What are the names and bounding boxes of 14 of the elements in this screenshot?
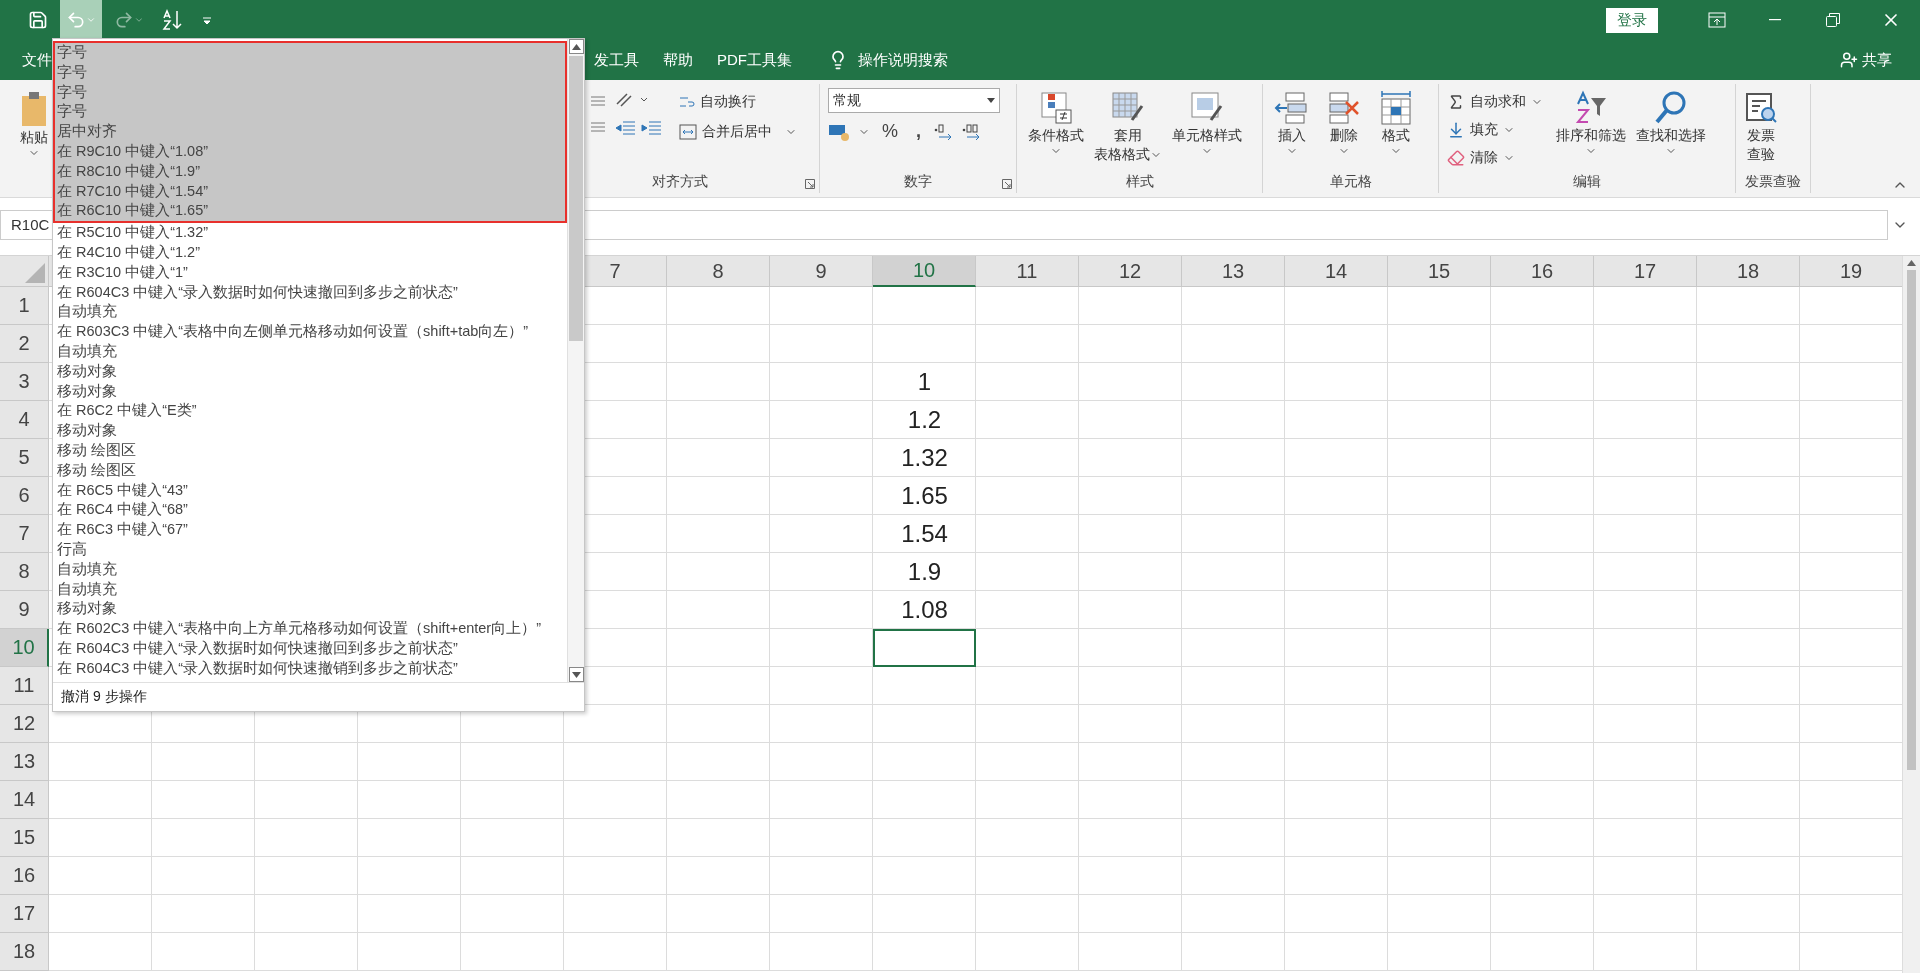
group-label: 编辑	[1573, 173, 1601, 189]
table-cell-text: 1.54	[900, 519, 949, 549]
group-label: 发票查验	[1745, 173, 1801, 189]
table-cell-text: 1.9	[906, 557, 943, 587]
group-label: 单元格	[1329, 173, 1372, 189]
table-cell-text: 1.32	[900, 443, 949, 473]
table-cell-text: 1	[916, 367, 933, 397]
group-label: 对齐方式	[652, 173, 708, 189]
group-label: 样式	[1125, 173, 1154, 189]
table-cell-text: 1.2	[906, 405, 943, 435]
table-cell-text: 1.08	[900, 595, 949, 625]
table-cell-text: 1.65	[900, 481, 949, 511]
undo-count-label: 撤消 9 步操作	[53, 682, 584, 711]
group-label: 数字	[904, 173, 932, 189]
